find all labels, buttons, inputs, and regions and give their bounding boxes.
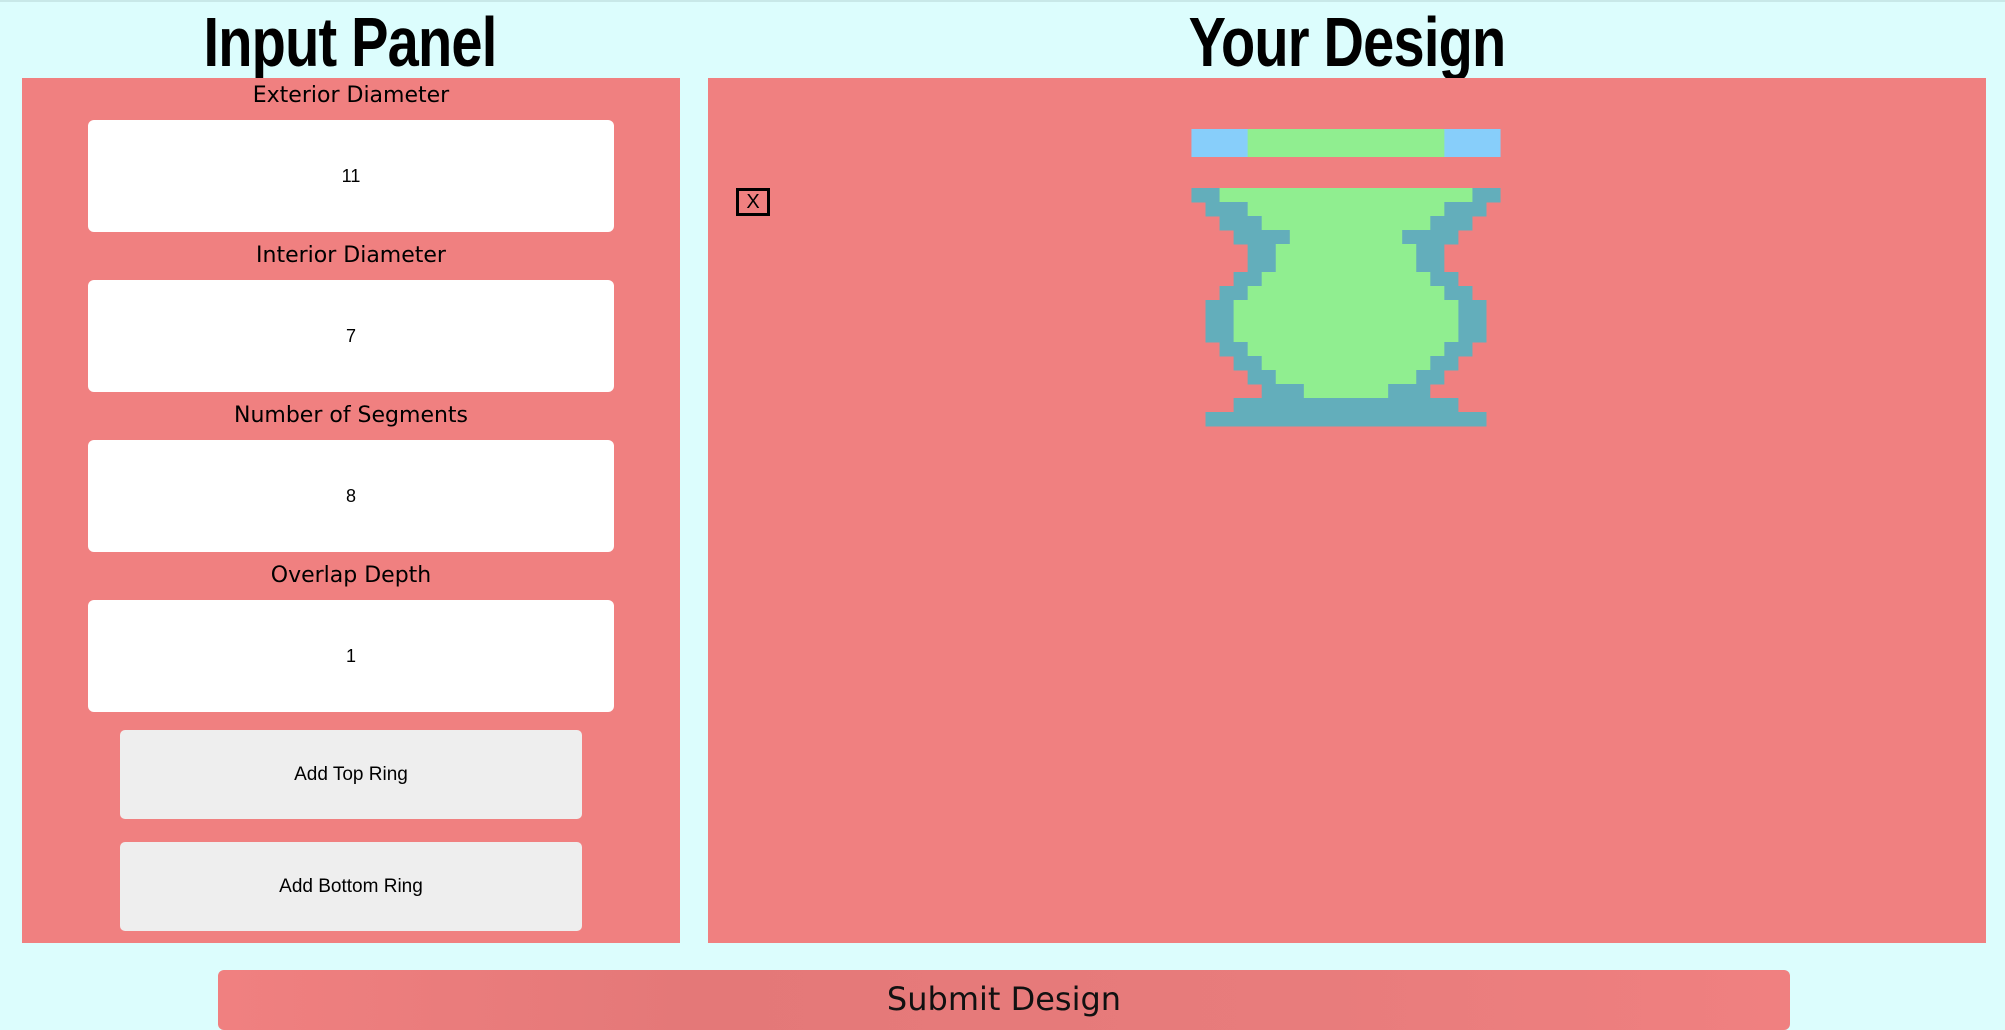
add-bottom-ring-button[interactable]: Add Bottom Ring	[120, 842, 582, 931]
ring-11-interior	[1233, 328, 1459, 343]
ring-10-interior	[1233, 314, 1459, 329]
ring-5-interior	[1275, 244, 1417, 259]
vessel-profile	[1191, 188, 1501, 427]
ring-16-wall	[1233, 398, 1459, 413]
ring-2-interior	[1247, 202, 1445, 217]
ring-8-interior	[1247, 286, 1445, 301]
interior-diameter-input[interactable]	[88, 280, 614, 392]
preview-ring[interactable]	[1191, 129, 1501, 157]
exterior-diameter-label: Exterior Diameter	[252, 83, 450, 108]
ring-3-interior	[1261, 216, 1431, 231]
ring-13-interior	[1261, 356, 1431, 371]
ring-9-interior	[1233, 300, 1459, 315]
interior-diameter-label: Interior Diameter	[256, 243, 446, 268]
ring-7-interior	[1261, 272, 1431, 287]
add-top-ring-button[interactable]: Add Top Ring	[120, 730, 582, 819]
ring-12-interior	[1247, 342, 1445, 357]
ring-15-interior	[1303, 384, 1389, 399]
ring-4-interior	[1289, 230, 1403, 245]
preview-ring-inner	[1247, 129, 1445, 157]
overlap-depth-input[interactable]	[88, 600, 614, 712]
overlap-depth-label: Overlap Depth	[270, 563, 432, 588]
ring-14-interior	[1275, 370, 1417, 385]
exterior-diameter-input[interactable]	[88, 120, 614, 232]
submit-design-button[interactable]: Submit Design	[218, 970, 1790, 1030]
design-panel: X	[708, 78, 1986, 943]
your-design-heading: Your Design	[1188, 3, 1507, 81]
input-panel: Exterior Diameter Interior Diameter Numb…	[22, 78, 680, 943]
number-of-segments-input[interactable]	[88, 440, 614, 552]
ring-17-wall	[1205, 412, 1487, 427]
ring-1-interior	[1219, 188, 1473, 203]
design-canvas	[1191, 129, 1501, 427]
ring-6-interior	[1275, 258, 1417, 273]
input-panel-heading: Input Panel	[203, 3, 498, 81]
number-of-segments-label: Number of Segments	[233, 403, 469, 428]
